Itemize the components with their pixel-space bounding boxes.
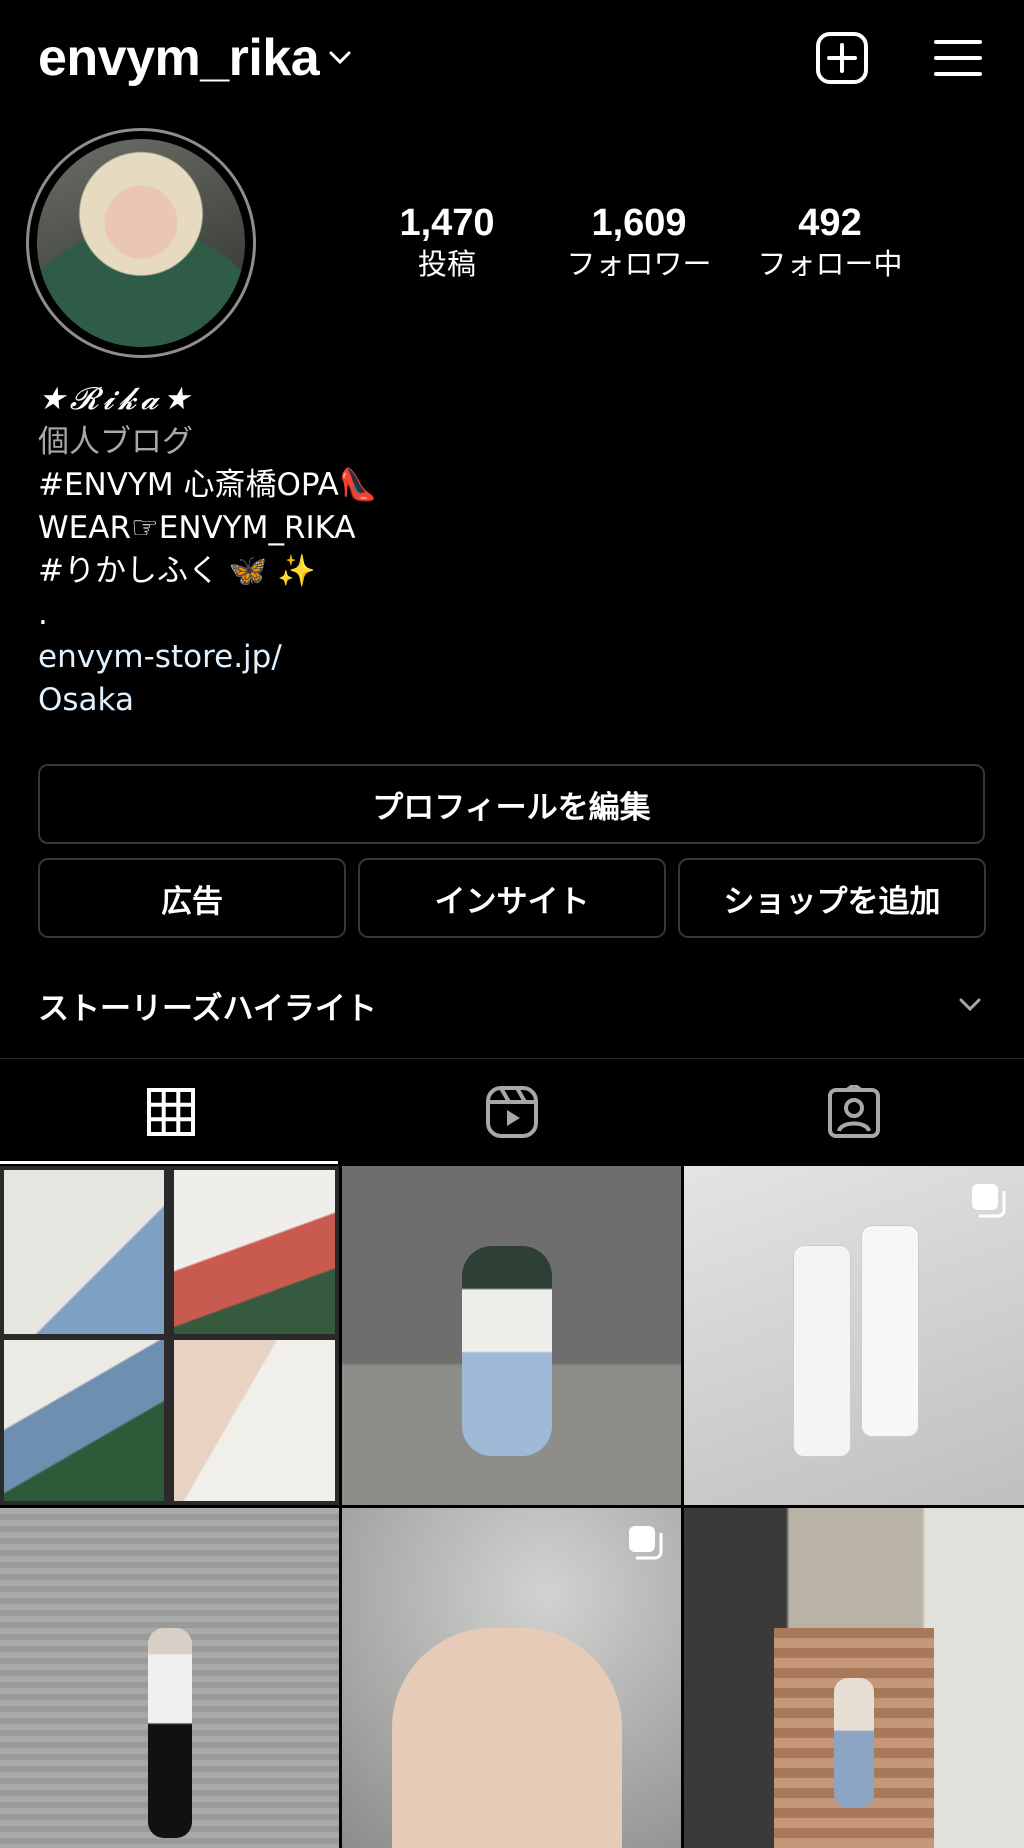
display-name: ★𝓡𝓲𝓴𝓪★: [38, 381, 195, 417]
bio-line-2: WEAR☞ENVYM_RIKA: [38, 510, 356, 546]
add-shop-button[interactable]: ショップを追加: [678, 858, 986, 938]
followers-label: フォロワー: [566, 247, 712, 281]
ads-button[interactable]: 広告: [38, 858, 346, 938]
location-link[interactable]: Osaka: [38, 679, 377, 722]
website-link[interactable]: envym-store.jp/: [38, 636, 377, 679]
tab-reels[interactable]: [341, 1060, 682, 1164]
profile-avatar[interactable]: [26, 128, 256, 358]
followers-count[interactable]: 1,609 フォロワー: [544, 200, 734, 282]
edit-profile-button[interactable]: プロフィールを編集: [38, 764, 985, 844]
new-post-icon[interactable]: [814, 30, 870, 86]
posts-count[interactable]: 1,470 投稿: [352, 200, 542, 282]
grid-icon: [146, 1088, 195, 1136]
following-label: フォロー中: [757, 247, 903, 281]
carousel-icon: [972, 1184, 1006, 1218]
following-count[interactable]: 492 フォロー中: [735, 200, 925, 282]
bio-line-3: #りかしふく 🦋 ✨: [38, 553, 316, 589]
reels-icon: [485, 1086, 538, 1138]
post-thumbnail[interactable]: [0, 1508, 339, 1848]
avatar-image: [37, 139, 245, 347]
menu-icon[interactable]: [930, 30, 986, 86]
profile-bio: ★𝓡𝓲𝓴𝓪★ 個人ブログ #ENVYM 心斎橋OPA👠 WEAR☞ENVYM_R…: [38, 378, 377, 722]
post-thumbnail[interactable]: [0, 1166, 339, 1505]
tagged-icon: [827, 1085, 880, 1138]
followers-value: 1,609: [591, 202, 687, 244]
story-highlights-label[interactable]: ストーリーズハイライト: [38, 983, 377, 1028]
insights-button[interactable]: インサイト: [358, 858, 666, 938]
following-value: 492: [798, 202, 862, 244]
bio-line-1: #ENVYM 心斎橋OPA👠: [38, 467, 378, 503]
active-tab-indicator: [0, 1161, 338, 1164]
posts-label: 投稿: [417, 247, 476, 281]
chevron-down-icon[interactable]: [955, 990, 985, 1020]
username: envym_rika: [38, 29, 320, 87]
chevron-down-icon: [329, 51, 351, 65]
tab-posts[interactable]: [0, 1060, 341, 1164]
account-switcher[interactable]: envym_rika: [38, 28, 351, 88]
post-thumbnail[interactable]: [342, 1166, 681, 1505]
category-label: 個人ブログ: [38, 424, 193, 460]
post-thumbnail[interactable]: [684, 1166, 1024, 1505]
post-thumbnail[interactable]: [342, 1508, 681, 1848]
post-thumbnail[interactable]: [684, 1508, 1024, 1848]
posts-value: 1,470: [399, 202, 495, 244]
carousel-icon: [629, 1526, 663, 1560]
tabs-divider: [0, 1058, 1024, 1059]
tab-tagged[interactable]: [683, 1060, 1024, 1164]
bio-line-4: .: [38, 596, 48, 632]
